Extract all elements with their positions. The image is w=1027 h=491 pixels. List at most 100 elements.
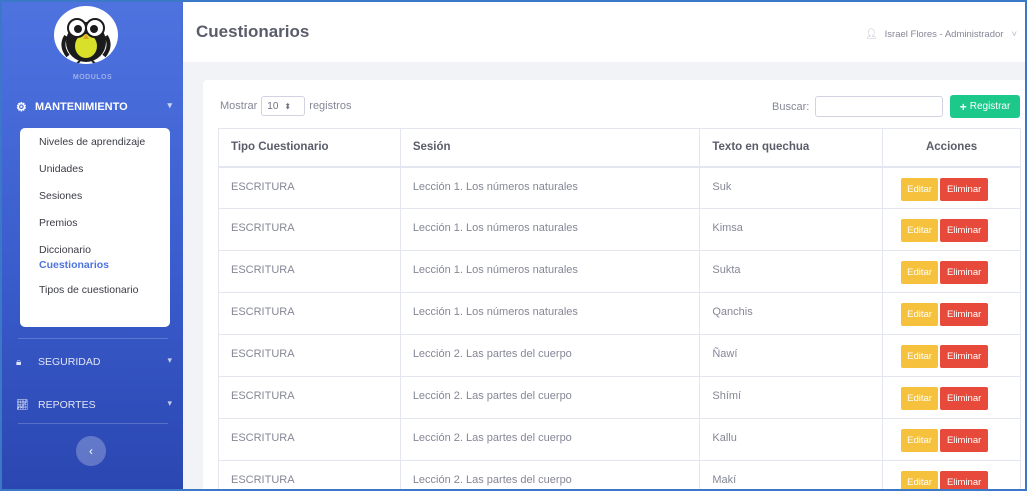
cell-texto: Qanchis	[699, 292, 884, 335]
submenu-item-cuestionarios[interactable]: Cuestionarios	[20, 259, 170, 272]
search-control: Buscar:	[772, 96, 944, 117]
topbar: Cuestionarios 👤︎ Israel Flores - Adminis…	[183, 2, 1025, 62]
edit-button[interactable]: Editar	[901, 471, 938, 489]
chevron-down-icon: ▾	[167, 398, 172, 408]
cell-texto: Ñawí	[699, 334, 884, 377]
column-header-texto[interactable]: Texto en quechua	[699, 128, 884, 168]
submenu-item-diccionario[interactable]: Diccionario	[20, 244, 170, 257]
cell-sesion: Lección 1. Los números naturales	[399, 208, 701, 251]
register-button[interactable]: + Registrar	[950, 95, 1020, 118]
chart-line-icon: 📈︎	[16, 399, 29, 411]
mantenimiento-label: MANTENIMIENTO	[35, 101, 128, 113]
table-row: ESCRITURA Lección 2. Las partes del cuerp…	[218, 376, 1021, 419]
chevron-down-icon: ˅	[1011, 29, 1017, 40]
sidebar-item-reportes[interactable]: 📈︎ REPORTES ▾	[16, 395, 176, 415]
search-label: Buscar:	[772, 100, 810, 113]
maintenance-submenu: Niveles de aprendizaje Unidades Sesiones…	[20, 128, 170, 327]
table-row: ESCRITURA Lección 1. Los números naturale…	[218, 208, 1021, 251]
table-header-row: Tipo Cuestionario Sesión Texto en quechu…	[218, 128, 1021, 168]
cell-sesion: Lección 2. Las partes del cuerpo	[399, 460, 701, 489]
chevron-down-icon: ▾	[167, 355, 172, 365]
cell-actions: Editar Eliminar	[882, 292, 1021, 335]
page-length-value: 10	[267, 100, 279, 112]
cell-actions: Editar Eliminar	[882, 334, 1021, 377]
cell-actions: Editar Eliminar	[882, 460, 1021, 489]
table-row: ESCRITURA Lección 1. Los números naturale…	[218, 166, 1021, 209]
cell-sesion: Lección 2. Las partes del cuerpo	[399, 418, 701, 461]
delete-button[interactable]: Eliminar	[939, 219, 989, 242]
cell-tipo: ESCRITURA	[218, 418, 401, 461]
show-suffix: registros	[309, 100, 352, 112]
submenu-item-premios[interactable]: Premios	[20, 217, 170, 230]
edit-button[interactable]: Editar	[901, 429, 938, 452]
page-length-select[interactable]: 10 ⬍	[261, 96, 306, 116]
submenu-item-sesiones[interactable]: Sesiones	[20, 190, 170, 203]
sidebar-item-mantenimiento[interactable]: ⚙ MANTENIMIENTO ▾	[16, 97, 176, 117]
gears-icon: ⚙	[16, 100, 27, 114]
cell-texto: Kallu	[699, 418, 884, 461]
delete-button[interactable]: Eliminar	[939, 387, 989, 410]
cell-sesion: Lección 2. Las partes del cuerpo	[399, 376, 701, 419]
table-row: ESCRITURA Lección 1. Los números naturale…	[218, 292, 1021, 335]
cell-sesion: Lección 2. Las partes del cuerpo	[399, 334, 701, 377]
user-icon: 👤︎	[864, 29, 878, 40]
edit-button[interactable]: Editar	[901, 219, 938, 242]
edit-button[interactable]: Editar	[901, 177, 938, 201]
user-menu[interactable]: 👤︎ Israel Flores - Administrador ˅	[865, 29, 1017, 40]
cell-sesion: Lección 1. Los números naturales	[399, 250, 701, 293]
chevron-down-icon: ▾	[167, 100, 172, 110]
delete-button[interactable]: Eliminar	[939, 471, 989, 489]
column-header-acciones: Acciones	[882, 128, 1021, 168]
cell-tipo: ESCRITURA	[218, 208, 401, 251]
column-header-tipo[interactable]: Tipo Cuestionario	[218, 128, 401, 168]
register-label: Registrar	[969, 101, 1011, 112]
cell-texto: Sukta	[699, 250, 884, 293]
owl-logo[interactable]	[54, 6, 118, 64]
delete-button[interactable]: Eliminar	[939, 261, 989, 284]
table-row: ESCRITURA Lección 2. Las partes del cuerp…	[218, 460, 1021, 489]
modules-heading: MODULOS	[72, 74, 113, 81]
seguridad-label: SEGURIDAD	[38, 356, 101, 368]
edit-button[interactable]: Editar	[901, 345, 938, 368]
table-card: Mostrar 10 ⬍ registros Buscar: + Registr…	[203, 80, 1025, 489]
edit-button[interactable]: Editar	[901, 303, 938, 326]
cell-tipo: ESCRITURA	[218, 166, 401, 209]
table-row: ESCRITURA Lección 2. Las partes del cuerp…	[218, 334, 1021, 377]
submenu-item-niveles[interactable]: Niveles de aprendizaje	[20, 136, 170, 149]
edit-button[interactable]: Editar	[901, 261, 938, 284]
sidebar-toggle-button[interactable]: ‹	[76, 436, 106, 466]
cell-tipo: ESCRITURA	[218, 250, 401, 293]
cell-tipo: ESCRITURA	[218, 334, 401, 377]
cell-tipo: ESCRITURA	[218, 376, 401, 419]
submenu-item-unidades[interactable]: Unidades	[20, 163, 170, 176]
cell-texto: Kimsa	[699, 208, 884, 251]
cell-actions: Editar Eliminar	[882, 208, 1021, 251]
sidebar-divider	[18, 423, 168, 424]
delete-button[interactable]: Eliminar	[939, 345, 989, 368]
submenu-item-tipos-cuestionario[interactable]: Tipos de cuestionario	[20, 284, 170, 297]
select-arrows-icon: ⬍	[284, 101, 292, 111]
delete-button[interactable]: Eliminar	[939, 429, 989, 452]
cell-actions: Editar Eliminar	[882, 166, 1021, 209]
table-row: ESCRITURA Lección 2. Las partes del cuerp…	[218, 418, 1021, 461]
table-row: ESCRITURA Lección 1. Los números naturale…	[218, 250, 1021, 293]
page-length-control: Mostrar 10 ⬍ registros	[220, 96, 351, 116]
delete-button[interactable]: Eliminar	[939, 303, 989, 326]
owl-logo-icon	[61, 18, 111, 64]
sidebar-divider	[18, 338, 168, 339]
delete-button[interactable]: Eliminar	[939, 177, 989, 201]
cell-tipo: ESCRITURA	[218, 292, 401, 335]
questionnaires-table: Tipo Cuestionario Sesión Texto en quechu…	[218, 128, 1021, 489]
cell-actions: Editar Eliminar	[882, 418, 1021, 461]
cell-texto: Shímí	[699, 376, 884, 419]
show-prefix: Mostrar	[220, 100, 258, 112]
table-body: ESCRITURA Lección 1. Los números naturale…	[218, 166, 1021, 489]
search-input[interactable]	[815, 96, 944, 117]
column-header-sesion[interactable]: Sesión	[399, 128, 701, 168]
cell-sesion: Lección 1. Los números naturales	[399, 292, 701, 335]
cell-texto: Makí	[699, 460, 884, 489]
user-name: Israel Flores - Administrador	[884, 29, 1004, 40]
main-content: Mostrar 10 ⬍ registros Buscar: + Registr…	[183, 62, 1025, 489]
sidebar-item-seguridad[interactable]: 🔒︎ SEGURIDAD ▾	[16, 352, 176, 372]
edit-button[interactable]: Editar	[901, 387, 938, 410]
